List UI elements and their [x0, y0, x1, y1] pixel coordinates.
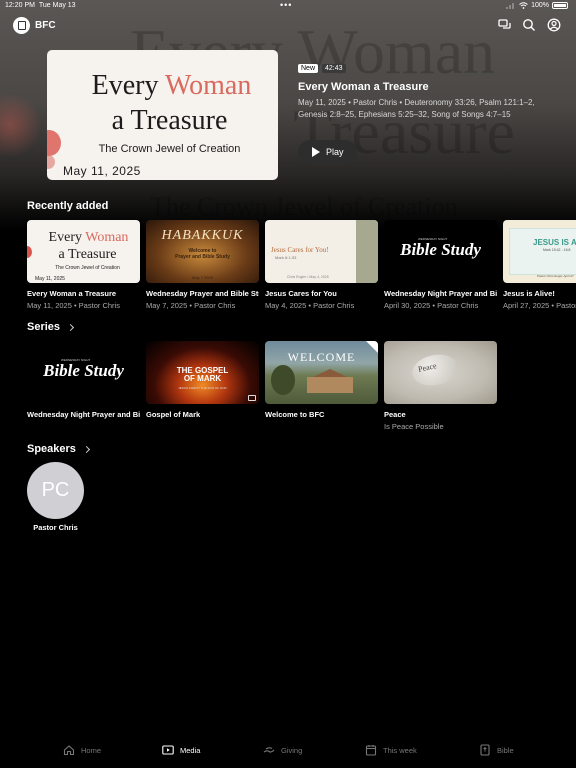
multitask-dots[interactable]: •••: [280, 0, 292, 10]
recent-meta: April 30, 2025 • Pastor Chris: [384, 301, 479, 310]
recent-thumb: HABAKKUK Welcome to Prayer and Bible Stu…: [146, 220, 259, 283]
play-label: Play: [326, 147, 344, 157]
series-title: Peace: [384, 410, 406, 419]
chevron-right-icon: [82, 445, 90, 453]
recent-title: Every Woman a Treasure: [27, 289, 117, 298]
chat-icon[interactable]: [498, 18, 512, 32]
backdrop-subtitle: The Crown Jewel of Creation: [150, 192, 458, 221]
hero-art-subtitle: The Crown Jewel of Creation: [98, 143, 241, 155]
series-title: Gospel of Mark: [146, 410, 201, 419]
recent-item[interactable]: JESUS IS ALIVE Mark 15:42 - 16:8 Pastor …: [503, 220, 576, 310]
speaker-name: Pastor Chris: [33, 523, 78, 532]
recent-title: Wednesday Prayer and Bible Study: [146, 289, 259, 298]
recent-item[interactable]: HABAKKUK Welcome to Prayer and Bible Stu…: [146, 220, 259, 310]
account-icon[interactable]: [547, 18, 561, 32]
recent-title: Jesus is Alive!: [503, 289, 555, 298]
signal-icon: [506, 3, 515, 9]
tab-bar: Home Media Giving This week Bible: [0, 736, 576, 768]
calendar-icon: [365, 745, 377, 756]
recent-meta: May 7, 2025 • Pastor Chris: [146, 301, 236, 310]
chevron-right-icon: [66, 323, 75, 331]
series-item[interactable]: Peace Peace Is Peace Possible: [384, 341, 497, 431]
recently-added-heading: Recently added: [27, 200, 109, 212]
series-item[interactable]: THE GOSPEL OF MARK JESUS CHRIST THE SON O…: [146, 341, 259, 419]
recent-meta: May 4, 2025 • Pastor Chris: [265, 301, 355, 310]
hero-badges: New 42:43: [298, 64, 346, 73]
series-thumb: THE GOSPEL OF MARK JESUS CHRIST THE SON O…: [146, 341, 259, 404]
status-time: 12:20 PM Tue May 13: [5, 2, 76, 9]
recent-title: Wednesday Night Prayer and Bible Study: [384, 289, 497, 298]
play-icon: [312, 147, 320, 157]
series-title: Welcome to BFC: [265, 410, 325, 419]
duration-badge: 42:43: [322, 64, 346, 73]
tab-giving[interactable]: Giving: [263, 736, 302, 764]
recent-thumb: Jesus Cares for You! Mark 6:1-53 Chris E…: [265, 220, 378, 283]
tab-media[interactable]: Media: [162, 736, 200, 764]
series-thumb: Peace: [384, 341, 497, 404]
giving-icon: [263, 747, 275, 753]
tab-bible[interactable]: Bible: [479, 736, 514, 764]
recent-item[interactable]: Jesus Cares for You! Mark 6:1-53 Chris E…: [265, 220, 378, 310]
battery-icon: [552, 2, 568, 9]
battery-percent: 100%: [531, 2, 549, 9]
hero-art-date: May 11, 2025: [63, 164, 141, 178]
hero-art-line1: Every Woman: [91, 70, 252, 101]
recent-title: Jesus Cares for You: [265, 289, 337, 298]
bible-icon: [480, 744, 490, 756]
play-button[interactable]: Play: [298, 140, 357, 164]
cast-icon: [248, 395, 256, 401]
new-badge: New: [298, 64, 319, 73]
media-icon: [162, 745, 174, 755]
series-thumb: WELCOME: [265, 341, 378, 404]
series-subtitle: Is Peace Possible: [384, 422, 444, 431]
speakers-heading[interactable]: Speakers: [27, 443, 90, 455]
recent-thumb: Every Woman a Treasure The Crown Jewel o…: [27, 220, 140, 283]
series-thumb: WEDNESDAY NIGHT Bible Study: [27, 341, 140, 404]
series-item[interactable]: WEDNESDAY NIGHT Bible Study Wednesday Ni…: [27, 341, 140, 419]
wifi-icon: [519, 2, 528, 9]
recent-meta: May 11, 2025 • Pastor Chris: [27, 301, 120, 310]
hero-meta: May 11, 2025 • Pastor Chris • Deuteronom…: [298, 98, 535, 119]
backdrop-flower: [0, 90, 40, 160]
series-title: Wednesday Night Prayer and Bible Study: [27, 410, 140, 419]
tab-home[interactable]: Home: [63, 736, 101, 764]
recent-meta: April 27, 2025 • Pastor Chris: [503, 301, 576, 310]
hero-art-line2: a Treasure: [111, 105, 228, 136]
tab-this-week[interactable]: This week: [365, 736, 417, 764]
recent-item[interactable]: WEDNESDAY NIGHT Bible Study Wednesday Ni…: [384, 220, 497, 310]
hero-title[interactable]: Every Woman a Treasure: [298, 81, 429, 93]
status-bar: 12:20 PM Tue May 13 ••• 100%: [0, 0, 576, 12]
hero-artwork[interactable]: Every Woman a Treasure The Crown Jewel o…: [47, 50, 278, 180]
series-heading[interactable]: Series: [27, 321, 75, 333]
search-icon[interactable]: [522, 18, 536, 32]
app-name: BFC: [35, 20, 56, 31]
recent-thumb: WEDNESDAY NIGHT Bible Study: [384, 220, 497, 283]
app-logo[interactable]: [13, 17, 30, 34]
home-icon: [63, 745, 75, 756]
recent-thumb: JESUS IS ALIVE Mark 15:42 - 16:8 Pastor …: [503, 220, 576, 283]
speaker-avatar[interactable]: PC: [27, 462, 84, 519]
recent-item[interactable]: Every Woman a Treasure The Crown Jewel o…: [27, 220, 140, 310]
status-right: 100%: [506, 2, 568, 9]
series-item[interactable]: WELCOME Welcome to BFC: [265, 341, 378, 419]
